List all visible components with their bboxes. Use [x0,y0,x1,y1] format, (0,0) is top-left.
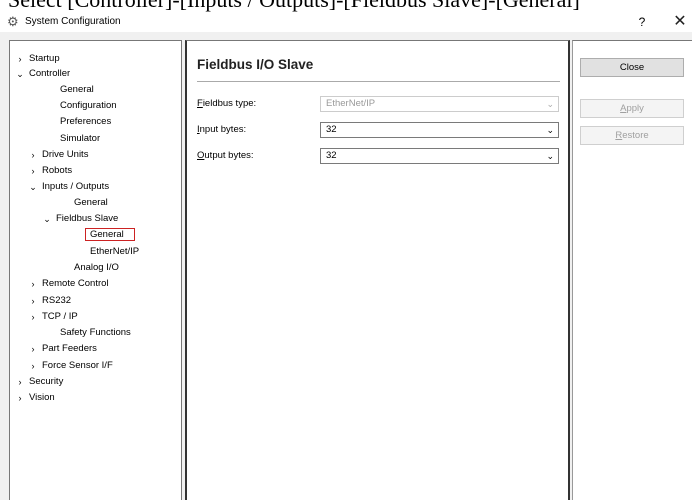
title-bar: ⚙ System Configuration ? ✕ [0,12,692,32]
system-configuration-window: ⚙ System Configuration ? ✕ › Startup ⌄ C… [0,12,692,500]
tree-item-label: Simulator [60,133,101,144]
chevron-right-icon[interactable]: › [15,53,25,65]
label-text: nput bytes: [199,124,247,135]
input-bytes-select[interactable]: 32 ⌄ [320,122,559,138]
restore-button[interactable]: Restore [580,126,684,145]
chevron-down-icon: ⌄ [546,151,554,161]
input-bytes-label: Input bytes: [197,124,246,135]
tree-item-simulator[interactable]: Simulator [60,133,100,145]
tree-item-label: RS232 [42,295,72,306]
chevron-right-icon[interactable]: › [28,343,38,355]
button-text: pply [626,103,644,114]
tree-item-label: TCP / IP [42,311,78,322]
tree-item-security[interactable]: › Security [15,376,64,388]
tree-item-label: Fieldbus Slave [56,213,119,224]
tree-item-label-selected: General [85,228,135,241]
tree-item-tcp-ip[interactable]: › TCP / IP [28,311,78,323]
tree-item-label: EtherNet/IP [90,246,140,257]
select-value: 32 [326,150,337,161]
tree-item-label: Part Feeders [42,343,97,354]
tree-item-configuration[interactable]: Configuration [60,100,117,112]
gear-icon: ⚙ [7,14,19,29]
tree-item-label: Analog I/O [74,262,119,273]
chevron-down-icon[interactable]: ⌄ [15,68,25,80]
label-text: utput bytes: [204,150,254,161]
instruction-caption: Select [Controller]-[Inputs / Outputs]-[… [8,0,580,12]
output-bytes-select[interactable]: 32 ⌄ [320,148,559,164]
close-button[interactable]: Close [580,58,684,77]
tree-item-robots[interactable]: › Robots [28,165,73,177]
fieldbus-type-select[interactable]: EtherNet/IP ⌄ [320,96,559,112]
tree-item-label: Force Sensor I/F [42,360,113,371]
tree-item-label: Preferences [60,116,112,127]
tree-item-label: Vision [29,392,55,403]
tree-item-drive-units[interactable]: › Drive Units [28,149,89,161]
chevron-right-icon[interactable]: › [28,360,38,372]
label-text: ieldbus type: [202,98,257,109]
select-value: EtherNet/IP [326,98,376,109]
tree-item-label: Drive Units [42,149,89,160]
tree-item-fieldbus-slave[interactable]: ⌄ Fieldbus Slave [42,213,118,225]
fieldbus-type-label: Fieldbus type: [197,98,256,109]
tree-item-label: Configuration [60,100,117,111]
output-bytes-label: Output bytes: [197,150,254,161]
chevron-right-icon[interactable]: › [28,149,38,161]
chevron-right-icon[interactable]: › [15,376,25,388]
tree-item-rs232[interactable]: › RS232 [28,295,72,307]
chevron-down-icon[interactable]: ⌄ [42,213,52,225]
select-value: 32 [326,124,337,135]
tree-item-label: Security [29,376,64,387]
page-title: Fieldbus I/O Slave [197,57,314,72]
tree-item-label: Safety Functions [60,327,131,338]
tree-item-label: Controller [29,68,71,79]
tree-item-force-sensor[interactable]: › Force Sensor I/F [28,360,113,372]
chevron-right-icon[interactable]: › [28,278,38,290]
tree-item-inputs-outputs[interactable]: ⌄ Inputs / Outputs [28,181,109,193]
tree-item-label: Startup [29,53,60,64]
settings-panel: Fieldbus I/O Slave Fieldbus type: EtherN… [185,40,570,500]
tree-item-label: General [60,84,94,95]
tree-item-io-general[interactable]: General [74,197,108,209]
tree-item-controller[interactable]: ⌄ Controller [15,68,70,80]
chevron-right-icon[interactable]: › [28,295,38,307]
help-button[interactable]: ? [634,14,650,30]
title-divider [197,81,560,82]
tree-item-label: Remote Control [42,278,109,289]
chevron-right-icon[interactable]: › [28,165,38,177]
tree-item-remote-control[interactable]: › Remote Control [28,278,109,290]
chevron-down-icon: ⌄ [546,125,554,135]
tree-item-preferences[interactable]: Preferences [60,116,111,128]
config-tree: › Startup ⌄ Controller General Configura… [9,40,182,500]
tree-item-vision[interactable]: › Vision [15,392,55,404]
window-close-button[interactable]: ✕ [670,13,690,31]
tree-item-controller-general[interactable]: General [60,84,94,96]
tree-item-label: General [74,197,108,208]
tree-item-ethernet-ip[interactable]: EtherNet/IP [90,246,139,258]
tree-item-label: Robots [42,165,73,176]
apply-button[interactable]: Apply [580,99,684,118]
tree-item-startup[interactable]: › Startup [15,53,60,65]
button-text: estore [622,130,649,141]
tree-item-safety-functions[interactable]: Safety Functions [60,327,131,339]
action-panel: Close Apply Restore [572,40,692,500]
chevron-down-icon[interactable]: ⌄ [28,181,38,193]
chevron-down-icon: ⌄ [546,99,554,109]
chevron-right-icon[interactable]: › [15,392,25,404]
tree-item-fieldbus-general[interactable]: General [85,228,135,241]
chevron-right-icon[interactable]: › [28,311,38,323]
tree-item-label: Inputs / Outputs [42,181,110,192]
window-title: System Configuration [25,16,121,27]
tree-item-analog-io[interactable]: Analog I/O [74,262,119,274]
tree-item-part-feeders[interactable]: › Part Feeders [28,343,97,355]
